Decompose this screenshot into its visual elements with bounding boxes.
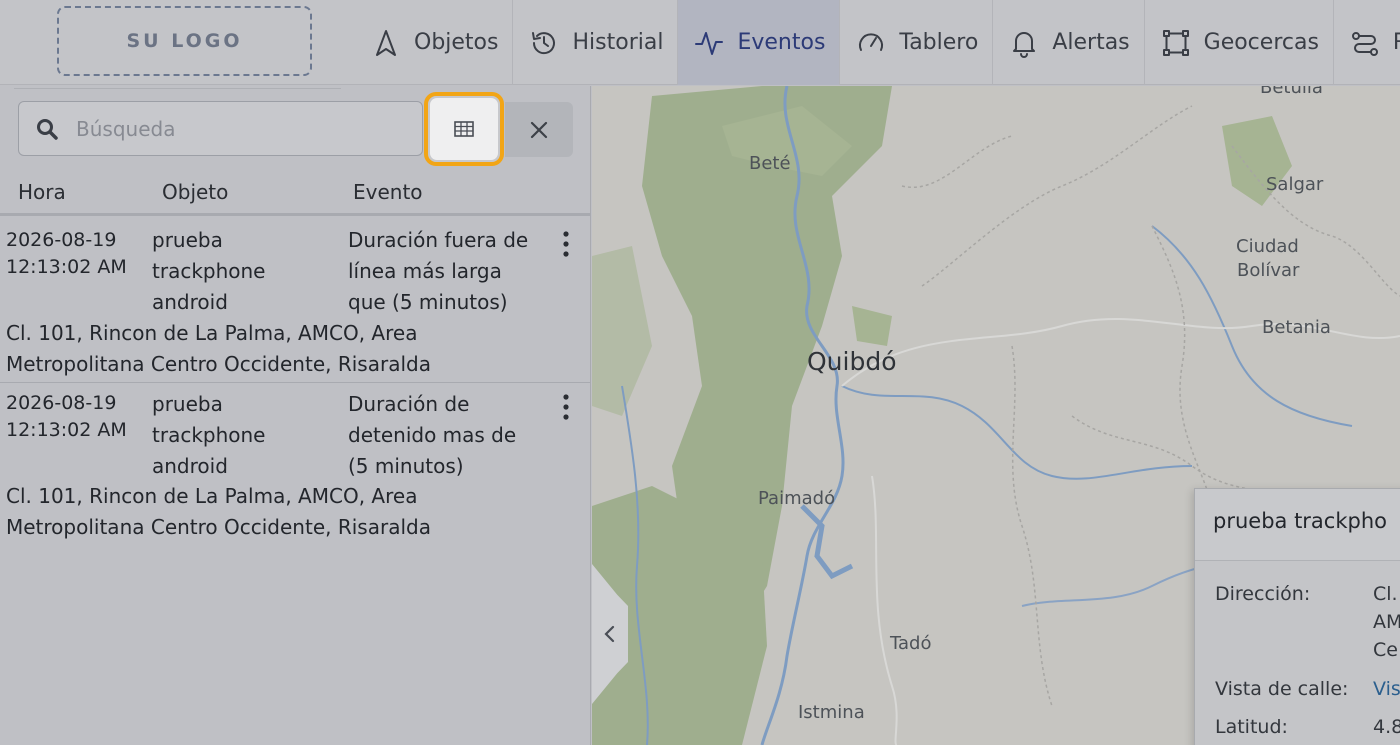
header-evento[interactable]: Evento bbox=[353, 180, 423, 204]
main-nav: Objetos Historial Eventos Tablero Alerta… bbox=[355, 0, 1400, 85]
route-icon bbox=[1351, 31, 1378, 56]
nav-historial-label: Historial bbox=[572, 30, 664, 55]
row-object-line: prueba bbox=[152, 228, 223, 252]
row-event-line: (5 minutos) bbox=[348, 454, 464, 478]
table-view-button[interactable] bbox=[424, 92, 504, 166]
row-object-line: trackphone bbox=[152, 259, 266, 283]
logo-area: SU LOGO bbox=[0, 0, 370, 85]
map-label-tado: Tadó bbox=[890, 633, 932, 654]
nav-rutas[interactable]: R bbox=[1334, 0, 1400, 85]
header-objeto[interactable]: Objeto bbox=[162, 180, 228, 204]
row-address-line: Metropolitana Centro Occidente, Risarald… bbox=[6, 515, 431, 539]
map-label-bete: Beté bbox=[749, 153, 791, 174]
row-time-value: 12:13:02 AM bbox=[6, 419, 127, 441]
header-hora[interactable]: Hora bbox=[18, 180, 66, 204]
popup-direccion-line: Ce bbox=[1373, 639, 1398, 661]
row-date-value: 2026-08-19 bbox=[6, 392, 117, 414]
row-event: Duración de detenido mas de (5 minutos) bbox=[348, 389, 548, 482]
nav-alertas[interactable]: Alertas bbox=[993, 0, 1145, 85]
clear-search-button[interactable] bbox=[505, 102, 573, 157]
nav-objetos-label: Objetos bbox=[414, 30, 499, 55]
row-address-line: Cl. 101, Rincon de La Palma, AMCO, Area bbox=[6, 484, 418, 508]
search-icon bbox=[37, 118, 58, 140]
map-label-betania: Betania bbox=[1262, 317, 1331, 338]
row-object: prueba trackphone android bbox=[152, 389, 266, 482]
row-event-line: que (5 minutos) bbox=[348, 290, 508, 314]
row-event-line: Duración de bbox=[348, 392, 470, 416]
nav-historial[interactable]: Historial bbox=[513, 0, 679, 85]
map-view[interactable]: Betulia Beté Salgar Ciudad Bolívar Betan… bbox=[592, 86, 1400, 745]
gauge-icon bbox=[859, 32, 884, 51]
nav-eventos[interactable]: Eventos bbox=[678, 0, 841, 85]
map-label-ciudad: Ciudad bbox=[1236, 236, 1299, 257]
nav-tablero[interactable]: Tablero bbox=[840, 0, 994, 85]
row-time: 2026-08-19 12:13:02 AM bbox=[6, 227, 127, 281]
nav-geocercas[interactable]: Geocercas bbox=[1145, 0, 1334, 85]
nav-alertas-label: Alertas bbox=[1052, 30, 1130, 55]
row-event: Duración fuera de línea más larga que (5… bbox=[348, 225, 548, 318]
popup-direccion-value: Cl. AM Ce bbox=[1373, 580, 1400, 664]
map-label-bolivar: Bolívar bbox=[1237, 260, 1300, 281]
top-navbar: SU LOGO Objetos Historial Eventos Tabler… bbox=[0, 0, 1400, 85]
activity-pulse-icon bbox=[695, 31, 724, 55]
popup-direccion-line: AM bbox=[1373, 611, 1400, 633]
row-address-line: Metropolitana Centro Occidente, Risarald… bbox=[6, 352, 431, 376]
row-object-line: trackphone bbox=[152, 423, 266, 447]
close-icon bbox=[530, 121, 548, 138]
nav-eventos-label: Eventos bbox=[737, 30, 826, 55]
table-view-button-inner bbox=[430, 98, 498, 160]
row-event-line: línea más larga bbox=[348, 259, 502, 283]
history-icon bbox=[532, 31, 556, 54]
row-event-line: Duración fuera de bbox=[348, 228, 529, 252]
nav-rutas-label: R bbox=[1393, 30, 1400, 55]
map-label-betulia: Betulia bbox=[1260, 86, 1323, 98]
row-address-line: Cl. 101, Rincon de La Palma, AMCO, Area bbox=[6, 321, 418, 345]
map-label-paimado: Paimadó bbox=[758, 488, 836, 509]
panel-divider bbox=[14, 88, 341, 89]
popup-vista-link[interactable]: Vis bbox=[1373, 675, 1400, 703]
row-time-value: 12:13:02 AM bbox=[6, 256, 127, 278]
events-panel: Hora Objeto Evento 2026-08-19 12:13:02 A… bbox=[0, 86, 591, 745]
table-grid-icon bbox=[454, 121, 474, 137]
row-date-value: 2026-08-19 bbox=[6, 229, 117, 251]
row-object-line: android bbox=[152, 290, 228, 314]
row-time: 2026-08-19 12:13:02 AM bbox=[6, 390, 127, 444]
nav-tablero-label: Tablero bbox=[899, 30, 979, 55]
row-event-line: detenido mas de bbox=[348, 423, 517, 447]
geofence-icon bbox=[1162, 29, 1189, 56]
table-row[interactable]: 2026-08-19 12:13:02 AM prueba trackphone… bbox=[0, 219, 591, 383]
nav-geocercas-label: Geocercas bbox=[1203, 30, 1319, 55]
navigation-arrow-icon bbox=[376, 29, 396, 56]
table-row[interactable]: 2026-08-19 12:13:02 AM prueba trackphone… bbox=[0, 384, 591, 546]
chevron-left-icon bbox=[604, 625, 615, 643]
popup-vista-label: Vista de calle: bbox=[1215, 678, 1349, 700]
search-input[interactable] bbox=[76, 116, 376, 141]
row-address: Cl. 101, Rincon de La Palma, AMCO, Area … bbox=[6, 318, 566, 380]
popup-latitud-label: Latitud: bbox=[1215, 716, 1288, 738]
popup-direccion-line: Cl. bbox=[1373, 583, 1398, 605]
nav-objetos[interactable]: Objetos bbox=[355, 0, 514, 85]
row-address: Cl. 101, Rincon de La Palma, AMCO, Area … bbox=[6, 481, 566, 543]
search-box[interactable] bbox=[18, 101, 423, 156]
popup-title: prueba trackpho bbox=[1195, 489, 1400, 561]
map-label-istmina: Istmina bbox=[798, 702, 865, 723]
row-object-line: android bbox=[152, 454, 228, 478]
popup-latitud-value: 4.8 bbox=[1373, 716, 1400, 738]
object-info-popup: prueba trackpho Dirección: Cl. AM Ce Vis… bbox=[1194, 488, 1400, 745]
map-label-quibdo: Quibdó bbox=[807, 347, 897, 376]
popup-direccion-label: Dirección: bbox=[1215, 583, 1311, 605]
row-object-line: prueba bbox=[152, 392, 223, 416]
more-vertical-icon[interactable] bbox=[556, 229, 576, 259]
more-vertical-icon[interactable] bbox=[556, 392, 576, 422]
table-header: Hora Objeto Evento bbox=[0, 178, 591, 216]
row-object: prueba trackphone android bbox=[152, 225, 266, 318]
logo-placeholder[interactable]: SU LOGO bbox=[57, 6, 312, 76]
map-label-salgar: Salgar bbox=[1266, 174, 1324, 195]
bell-icon bbox=[1013, 31, 1036, 58]
